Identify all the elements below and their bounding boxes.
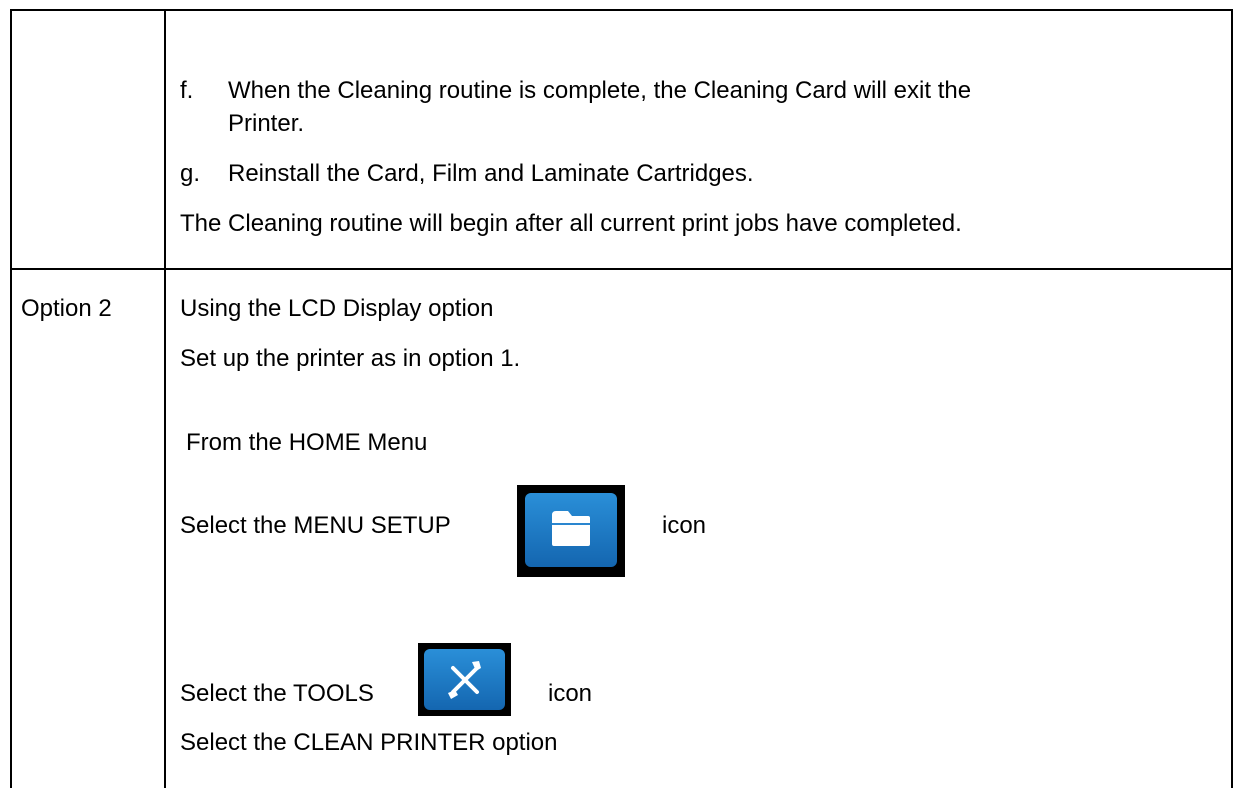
lcd-option-heading: Using the LCD Display option <box>180 295 494 322</box>
instruction-table: f. When the Cleaning routine is complete… <box>0 0 1233 788</box>
setup-instruction: Set up the printer as in option 1. <box>180 345 521 372</box>
list-marker-f: f. <box>180 77 194 104</box>
step-g-text: Reinstall the Card, Film and Laminate Ca… <box>228 160 754 187</box>
menu-setup-instruction: Select the MENU SETUP <box>180 512 451 539</box>
table-left-border <box>10 9 12 788</box>
table-top-border <box>10 9 1233 11</box>
tools-instruction: Select the TOOLS <box>180 680 374 707</box>
clean-printer-instruction: Select the CLEAN PRINTER option <box>180 729 558 756</box>
option-2-label: Option 2 <box>21 295 112 322</box>
home-menu-instruction: From the HOME Menu <box>186 429 428 456</box>
cleaning-note: The Cleaning routine will begin after al… <box>180 210 962 237</box>
folder-icon <box>517 485 625 577</box>
row-divider <box>10 268 1233 270</box>
menu-setup-icon-suffix: icon <box>662 512 707 539</box>
column-divider <box>164 9 166 788</box>
tools-icon <box>418 643 511 716</box>
tools-icon-suffix: icon <box>548 680 593 707</box>
step-f-text-line2: Printer. <box>228 110 305 137</box>
step-f-text-line1: When the Cleaning routine is complete, t… <box>228 77 972 104</box>
list-marker-g: g. <box>180 160 201 187</box>
